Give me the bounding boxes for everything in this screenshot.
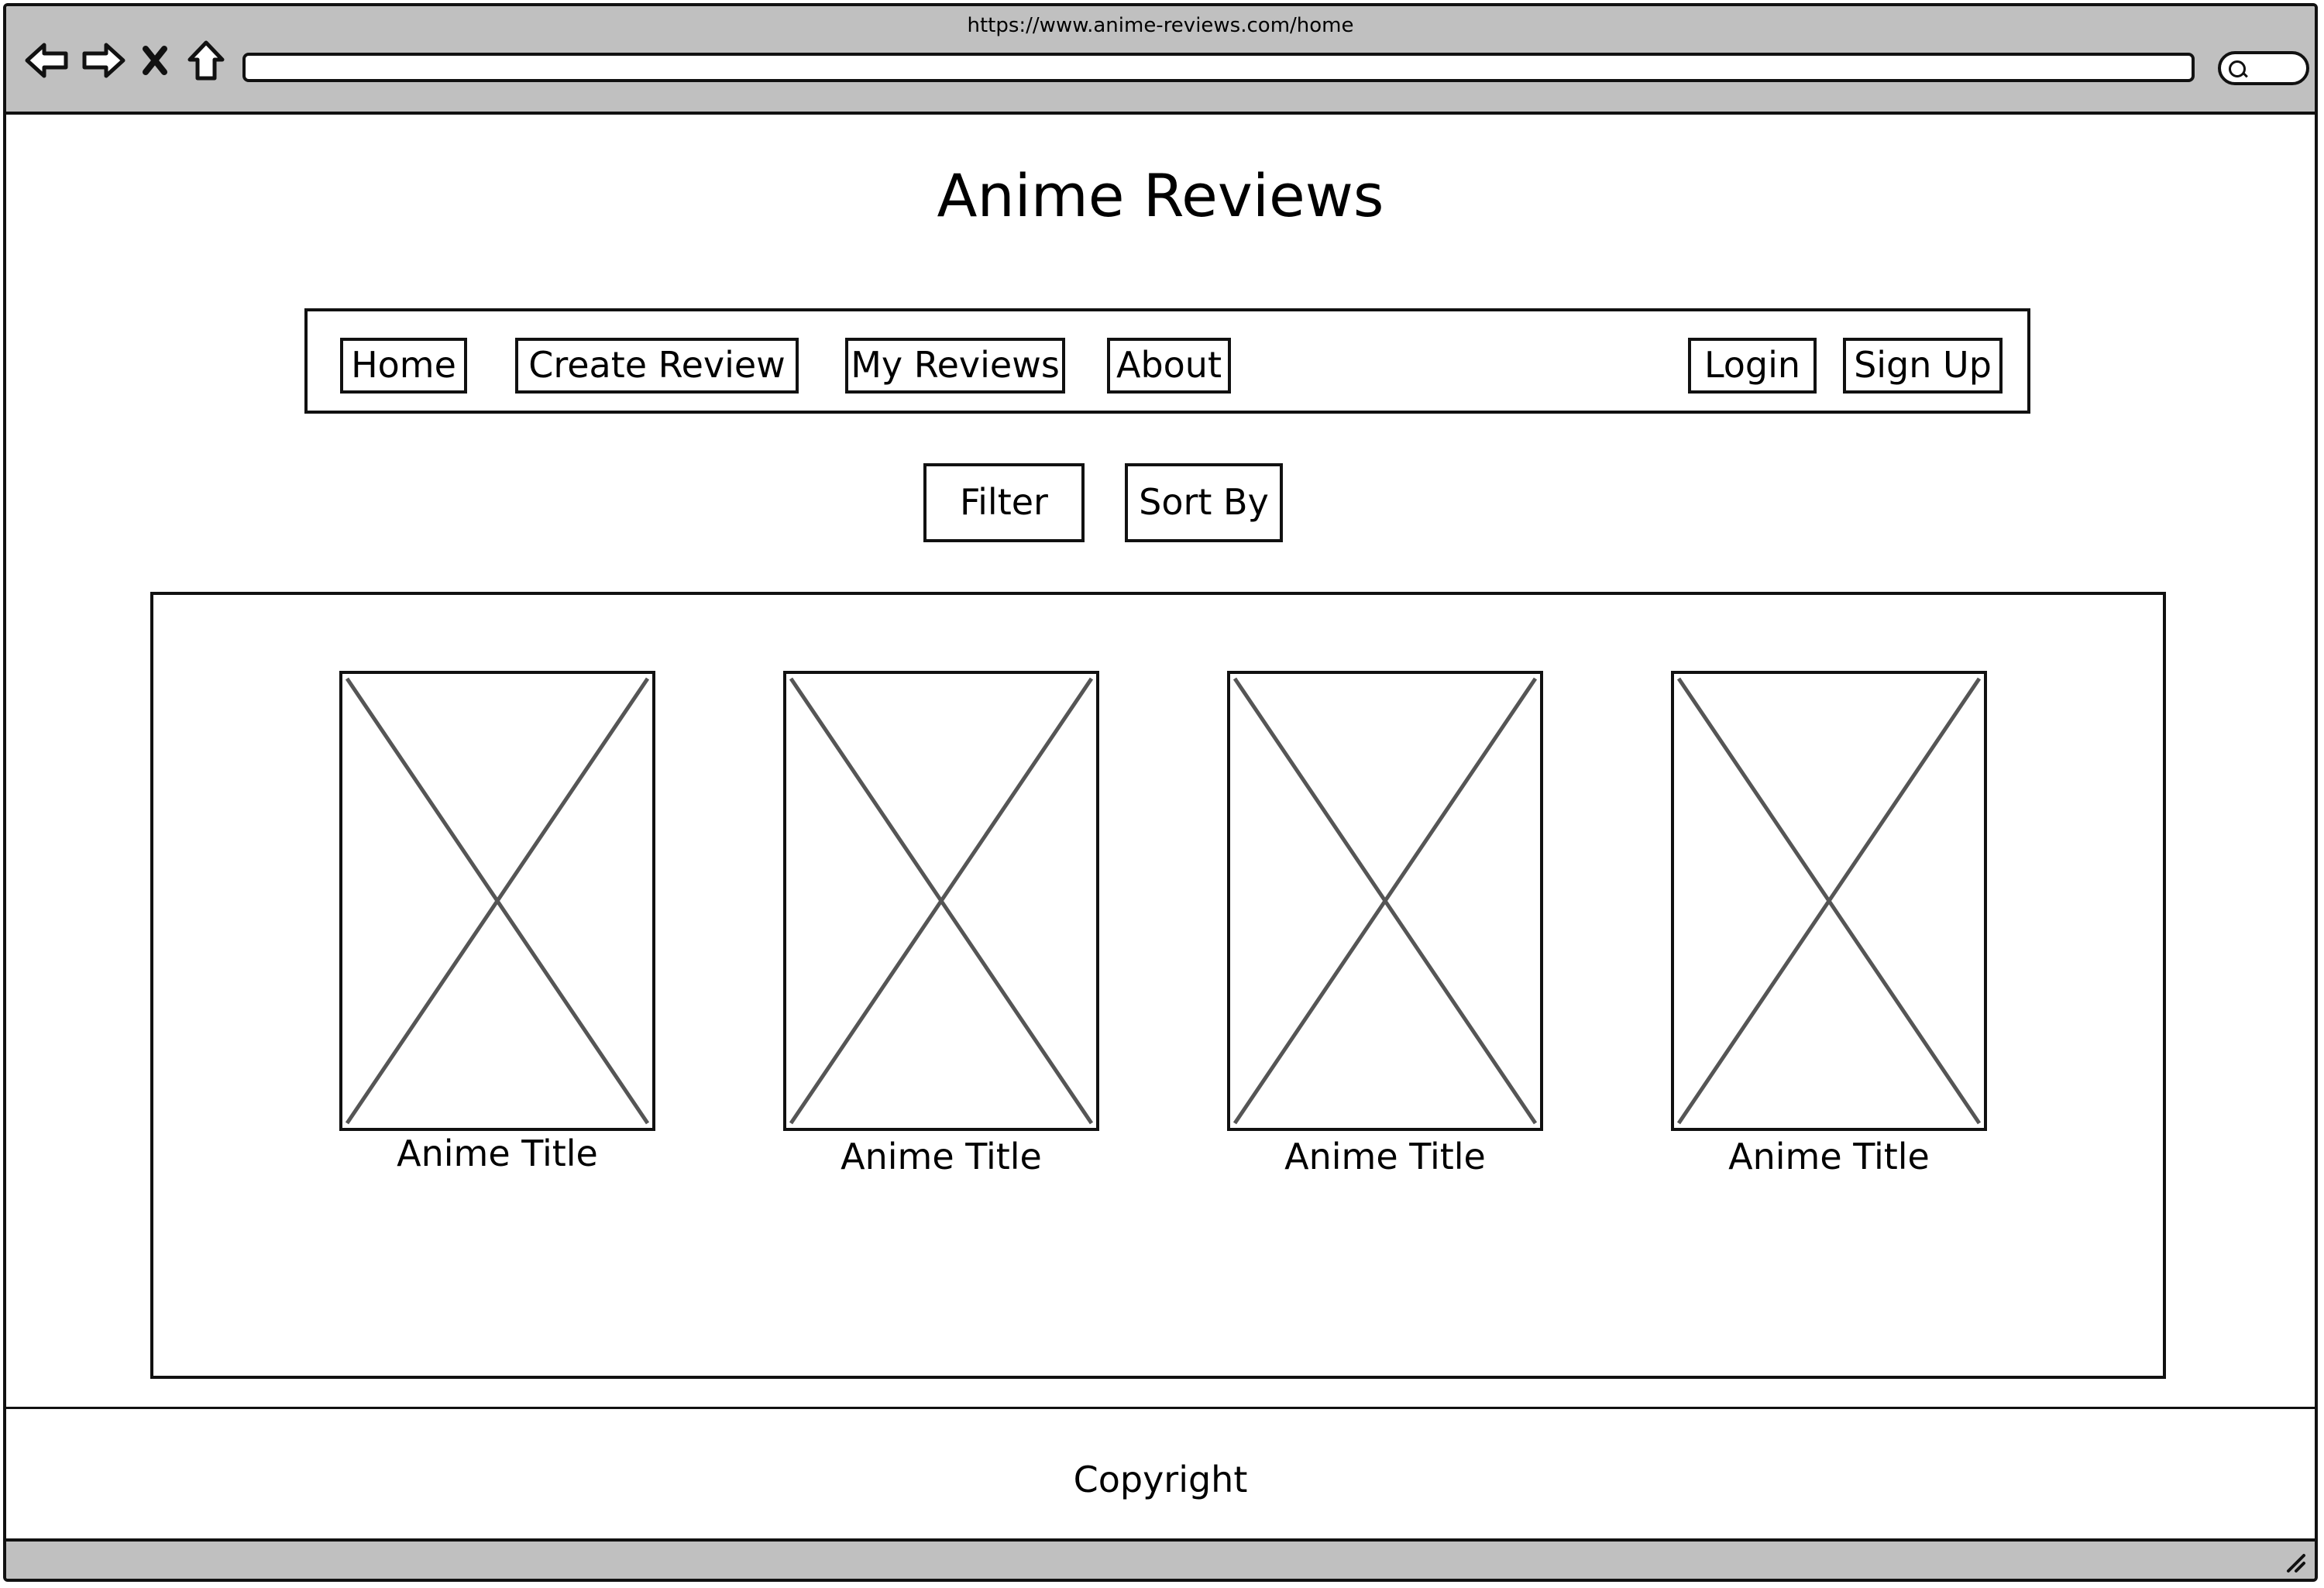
anime-card[interactable]: Anime Title (783, 671, 1099, 1177)
anime-title[interactable]: Anime Title (783, 1136, 1099, 1177)
page-title: Anime Reviews (937, 161, 1384, 230)
nav-my-reviews-button[interactable]: My Reviews (845, 338, 1065, 394)
anime-card[interactable]: Anime Title (1671, 671, 1987, 1177)
nav-home-button[interactable]: Home (340, 338, 467, 394)
address-bar[interactable] (242, 53, 2195, 82)
home-icon[interactable] (183, 37, 229, 84)
sort-by-button[interactable]: Sort By (1125, 463, 1283, 542)
anime-image-placeholder[interactable] (339, 671, 655, 1131)
browser-statusbar (6, 1538, 2315, 1579)
anime-image-placeholder[interactable] (1227, 671, 1543, 1131)
forward-arrow-icon[interactable] (81, 37, 127, 84)
anime-title[interactable]: Anime Title (339, 1133, 655, 1174)
main-navbar: Home Create Review My Reviews About Logi… (304, 308, 2030, 414)
anime-title[interactable]: Anime Title (1671, 1136, 1987, 1177)
filter-button[interactable]: Filter (923, 463, 1085, 542)
footer-divider (6, 1407, 2315, 1409)
anime-card[interactable]: Anime Title (1227, 671, 1543, 1177)
anime-card[interactable]: Anime Title (339, 671, 655, 1174)
anime-image-placeholder[interactable] (1671, 671, 1987, 1131)
resize-grip-icon[interactable] (2284, 1551, 2307, 1574)
search-icon (2229, 60, 2246, 77)
nav-create-review-button[interactable]: Create Review (515, 338, 799, 394)
nav-about-button[interactable]: About (1107, 338, 1231, 394)
anime-image-placeholder[interactable] (783, 671, 1099, 1131)
sign-up-button[interactable]: Sign Up (1843, 338, 2003, 394)
anime-title[interactable]: Anime Title (1227, 1136, 1543, 1177)
footer-copyright: Copyright (1073, 1459, 1248, 1500)
close-icon[interactable] (138, 37, 172, 84)
browser-window: https://www.anime-reviews.com/home Anime… (3, 3, 2318, 1582)
url-label: https://www.anime-reviews.com/home (967, 14, 1354, 37)
anime-grid-panel: Anime Title Anime Title Anime Title Anim… (150, 592, 2166, 1379)
login-button[interactable]: Login (1688, 338, 1817, 394)
browser-search-field[interactable] (2218, 51, 2309, 85)
browser-toolbar: https://www.anime-reviews.com/home (6, 6, 2315, 115)
back-arrow-icon[interactable] (23, 37, 70, 84)
